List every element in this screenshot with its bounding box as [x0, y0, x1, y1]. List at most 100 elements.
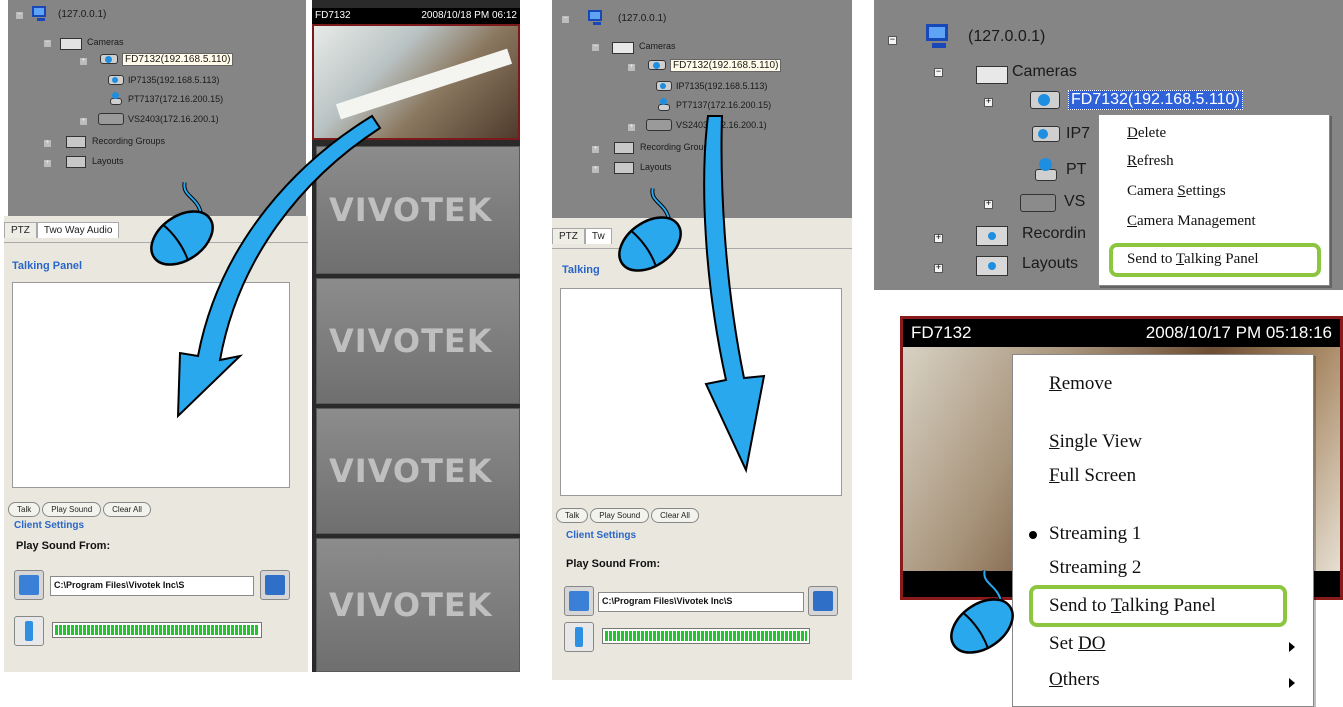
tree-item-vs2403[interactable]: VS2403(172.16.200.1) [98, 112, 221, 126]
tree-item-ip7135[interactable]: IP7 [1032, 124, 1092, 144]
menu-item-camera-management[interactable]: Camera Management [1099, 213, 1329, 230]
tree-item-pt7137[interactable]: PT7137(172.16.200.15) [656, 98, 773, 112]
video-header: FD7132 2008/10/17 PM 05:18:16 [903, 319, 1340, 347]
tree-item-recording-groups[interactable]: Recording Groups [614, 140, 715, 154]
expand-toggle[interactable]: + [934, 264, 943, 273]
tree-item-layouts[interactable]: Layouts [66, 154, 126, 168]
audio-level-meter [602, 628, 810, 644]
folder-icon [976, 252, 1008, 276]
radio-dot-icon [1029, 530, 1037, 539]
tree-root[interactable]: (127.0.0.1) [588, 10, 668, 26]
browse-button[interactable] [260, 570, 290, 600]
tree-item-pt7137[interactable]: PT7137(172.16.200.15) [108, 92, 225, 106]
expand-toggle[interactable]: + [80, 58, 87, 65]
tree-item-layouts[interactable]: Layouts [614, 160, 674, 174]
talking-panel-list[interactable] [12, 282, 290, 488]
tree-root[interactable]: (127.0.0.1) [926, 24, 1047, 50]
tree-item-recording-groups[interactable]: Recording Groups [66, 134, 167, 148]
play-sound-button[interactable]: Play Sound [590, 508, 650, 523]
screenshot-1: − (127.0.0.1) − Cameras + FD7132(192.168… [0, 0, 520, 672]
tree-item-ip7135[interactable]: IP7135(192.168.5.113) [656, 80, 769, 92]
tree-item-fd7132[interactable]: FD7132(192.168.5.110) [648, 58, 782, 72]
tab-two-way-audio[interactable]: Two Way Audio [36, 222, 120, 238]
tree-item-layouts[interactable]: Layouts [976, 252, 1080, 276]
collapse-toggle[interactable]: − [592, 44, 599, 51]
tree-item-cameras[interactable]: Cameras [976, 60, 1079, 84]
browse-button[interactable] [808, 586, 838, 616]
menu-item-send-to-talking-panel[interactable]: Send to Talking Panel [1013, 595, 1313, 617]
tree-item-ip7135[interactable]: IP7135(192.168.5.113) [108, 74, 221, 86]
sound-path-field[interactable]: C:\Program Files\Vivotek Inc\S [598, 592, 804, 612]
tree-item-vs2403[interactable]: VS [1020, 190, 1087, 214]
expand-toggle[interactable]: + [984, 200, 993, 209]
talking-panel-list[interactable] [560, 288, 842, 496]
speaker-icon[interactable] [564, 586, 594, 616]
speaker-icon[interactable] [14, 570, 44, 600]
menu-item-full-screen[interactable]: Full Screen [1013, 465, 1313, 487]
play-sound-from-label: Play Sound From: [16, 540, 111, 552]
video-tile[interactable]: VIVOTEK [316, 408, 520, 534]
video-tile[interactable]: VIVOTEK [316, 146, 520, 274]
tree-context-menu: Delete Refresh Camera Settings Camera Ma… [1098, 114, 1330, 286]
talk-button[interactable]: Talk [556, 508, 589, 523]
collapse-toggle[interactable]: − [888, 36, 897, 45]
clear-all-button[interactable]: Clear All [651, 508, 699, 523]
talk-button[interactable]: Talk [8, 502, 41, 517]
video-feed[interactable] [312, 24, 520, 140]
screenshot-2: − (127.0.0.1) − Cameras + FD7132(192.168… [552, 0, 852, 680]
menu-item-remove[interactable]: Remove [1013, 373, 1313, 395]
device-tree: − (127.0.0.1) − Cameras + FD7132(192.168… [8, 0, 306, 216]
tree-item-vs2403[interactable]: VS2403(172.16.200.1) [646, 118, 769, 132]
tab-ptz[interactable]: PTZ [552, 228, 585, 244]
camera-icon [100, 52, 118, 66]
clear-all-button[interactable]: Clear All [103, 502, 151, 517]
expand-toggle[interactable]: + [934, 234, 943, 243]
play-sound-button[interactable]: Play Sound [42, 502, 102, 517]
menu-item-streaming-1[interactable]: Streaming 1 [1013, 523, 1313, 545]
menu-item-others[interactable]: Others [1013, 669, 1313, 691]
microphone-icon[interactable] [14, 616, 44, 646]
tree-item-recording-groups[interactable]: Recordin [976, 222, 1088, 246]
collapse-toggle[interactable]: − [562, 16, 569, 23]
monitor-icon [588, 10, 606, 26]
folder-icon [976, 222, 1008, 246]
microphone-icon[interactable] [564, 622, 594, 652]
talking-panel-title: Talking [562, 264, 600, 276]
expand-toggle[interactable]: + [592, 146, 599, 153]
tree-root[interactable]: (127.0.0.1) [32, 6, 108, 22]
video-tile[interactable]: VIVOTEK [316, 278, 520, 404]
tree-item-fd7132[interactable]: FD7132(192.168.5.110) [100, 52, 234, 66]
expand-toggle[interactable]: + [628, 124, 635, 131]
folder-icon [614, 140, 634, 154]
menu-item-send-to-talking-panel[interactable]: Send to Talking Panel [1099, 251, 1329, 268]
menu-item-single-view[interactable]: Single View [1013, 431, 1313, 453]
menu-item-streaming-2[interactable]: Streaming 2 [1013, 557, 1313, 579]
screenshot-4: FD7132 2008/10/17 PM 05:18:16 Remove Sin… [900, 310, 1343, 707]
expand-toggle[interactable]: + [44, 140, 51, 147]
expand-toggle[interactable]: + [44, 160, 51, 167]
camera-icon [98, 112, 124, 126]
camera-icon [108, 74, 124, 86]
tree-item-fd7132[interactable]: FD7132(192.168.5.110) [1030, 88, 1243, 112]
menu-item-refresh[interactable]: Refresh [1099, 153, 1329, 170]
menu-item-set-do[interactable]: Set DO [1013, 633, 1313, 655]
tree-item-cameras[interactable]: Cameras [60, 34, 126, 50]
lower-panel: PTZ Tw Talking Talk Play Sound Clear All… [552, 218, 852, 680]
video-tile[interactable]: VIVOTEK [316, 538, 520, 672]
collapse-toggle[interactable]: − [44, 40, 51, 47]
sound-path-field[interactable]: C:\Program Files\Vivotek Inc\S [50, 576, 254, 596]
tab-two-way-audio[interactable]: Tw [584, 228, 612, 244]
expand-toggle[interactable]: + [592, 166, 599, 173]
tab-ptz[interactable]: PTZ [4, 222, 37, 238]
expand-toggle[interactable]: + [628, 64, 635, 71]
talking-panel-title: Talking Panel [12, 260, 83, 272]
menu-item-delete[interactable]: Delete [1099, 125, 1329, 142]
expand-toggle[interactable]: + [80, 118, 87, 125]
collapse-toggle[interactable]: − [934, 68, 943, 77]
tree-item-pt7137[interactable]: PT [1032, 158, 1088, 182]
tree-item-cameras[interactable]: Cameras [612, 38, 678, 54]
expand-toggle[interactable]: + [984, 98, 993, 107]
menu-item-camera-settings[interactable]: Camera Settings [1099, 183, 1329, 200]
camera-icon [108, 92, 124, 106]
collapse-toggle[interactable]: − [16, 12, 23, 19]
